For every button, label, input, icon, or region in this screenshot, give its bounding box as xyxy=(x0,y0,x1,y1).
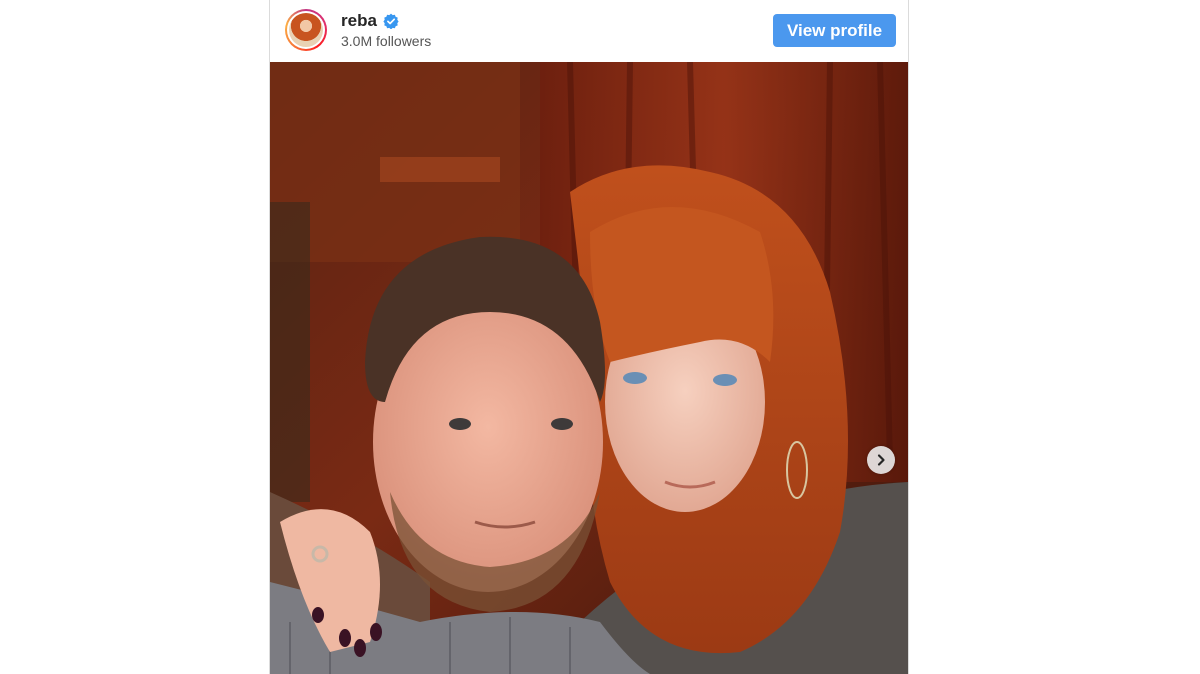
avatar-image xyxy=(289,13,323,47)
instagram-embed-card: reba 3.0M followers View profile xyxy=(269,0,909,674)
avatar-inner xyxy=(287,11,325,49)
username-row: reba xyxy=(341,11,399,31)
next-slide-button[interactable] xyxy=(867,446,895,474)
chevron-right-icon xyxy=(877,454,885,466)
embed-header: reba 3.0M followers View profile xyxy=(270,0,908,63)
view-profile-button[interactable]: View profile xyxy=(773,14,896,47)
post-media[interactable] xyxy=(270,62,908,674)
username[interactable]: reba xyxy=(341,11,377,31)
post-photo xyxy=(270,62,908,674)
page: reba 3.0M followers View profile xyxy=(0,0,1200,674)
verified-badge-icon xyxy=(383,13,399,30)
profile-avatar[interactable] xyxy=(285,9,327,51)
follower-count: 3.0M followers xyxy=(341,33,432,49)
